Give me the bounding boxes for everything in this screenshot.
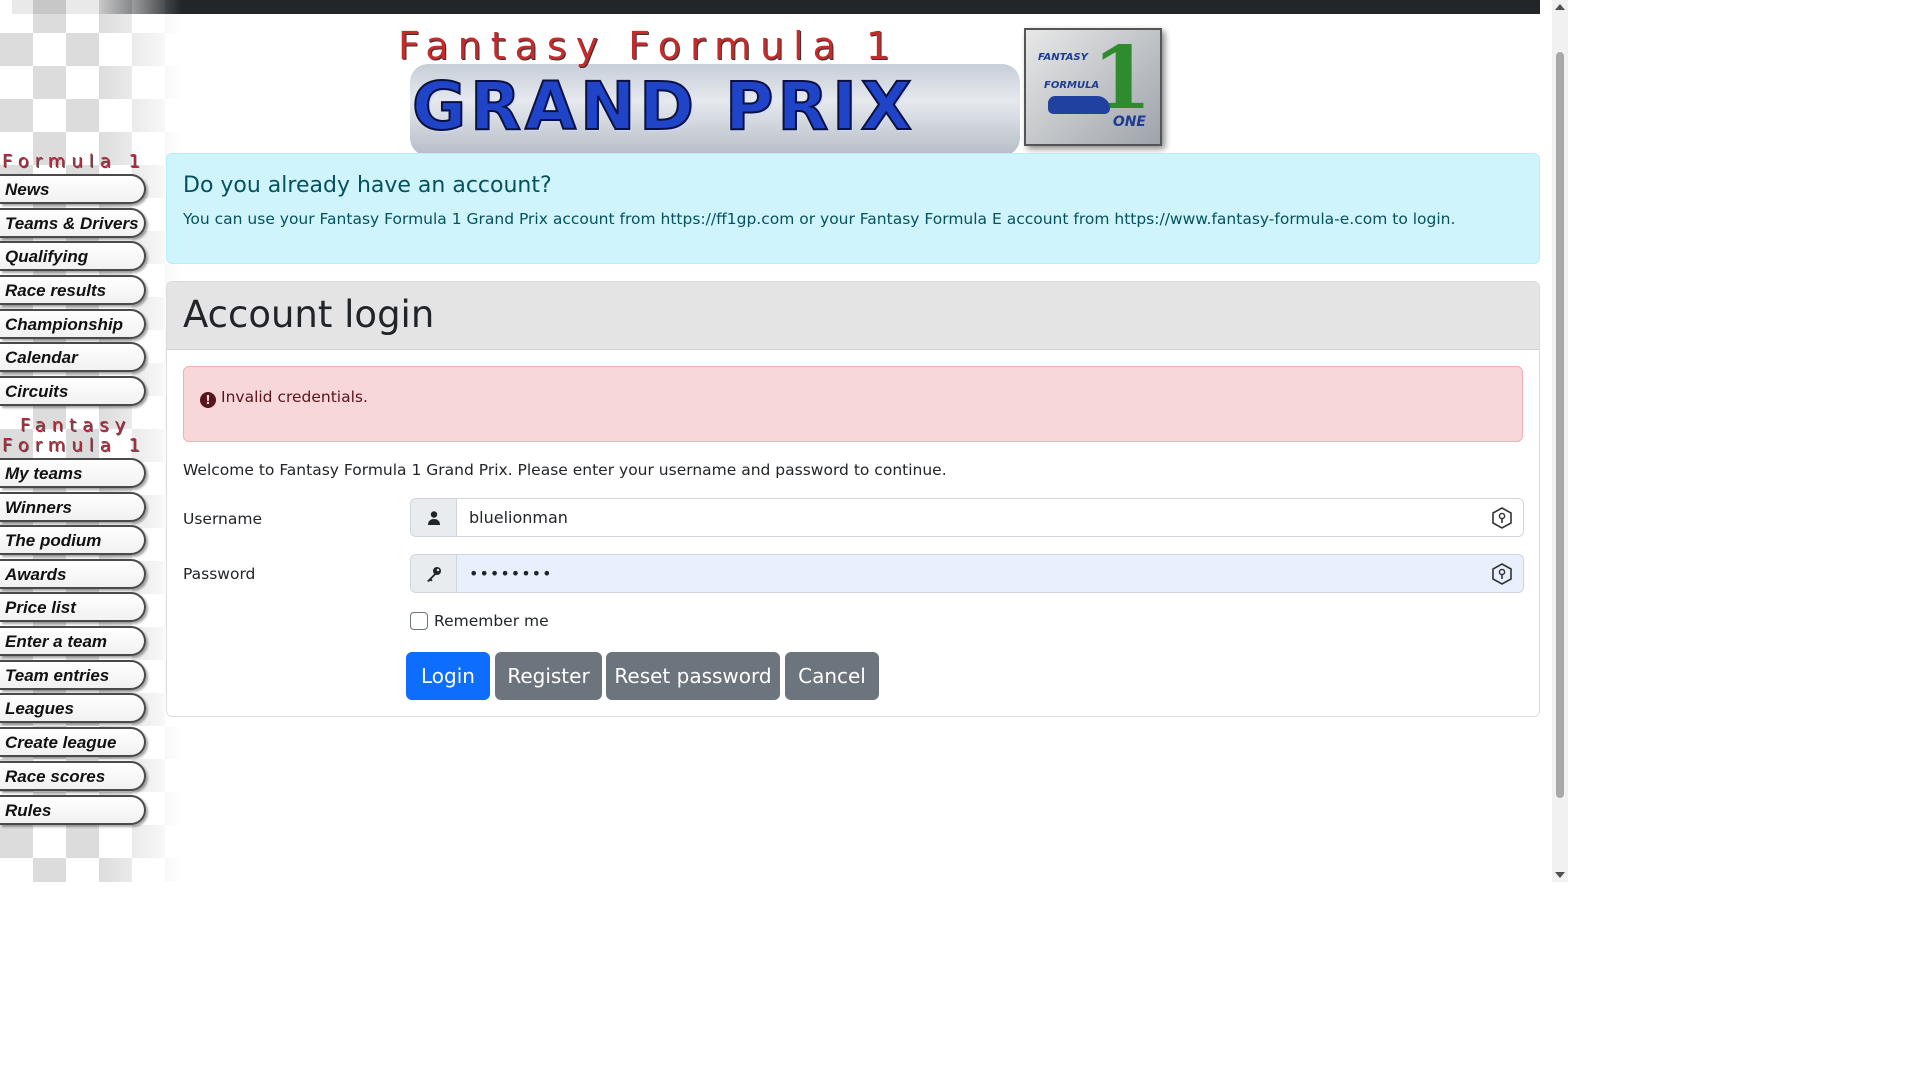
- password-manager-icon[interactable]: [1491, 507, 1513, 529]
- badge-line2: FORMULA: [1044, 80, 1100, 91]
- sidebar-heading-formula1: Formula 1: [2, 151, 146, 172]
- top-bar: [12, 0, 1540, 14]
- info-title: Do you already have an account?: [183, 173, 552, 198]
- key-icon: [411, 555, 457, 592]
- sidebar-item-race-scores[interactable]: Race scores: [0, 761, 146, 791]
- password-label: Password: [183, 565, 256, 583]
- sidebar-item-teams-drivers[interactable]: Teams & Drivers: [0, 208, 146, 238]
- page-title: Account login: [183, 293, 435, 336]
- sidebar-item-championship[interactable]: Championship: [0, 309, 146, 339]
- user-icon: [411, 499, 457, 536]
- sidebar-item-awards[interactable]: Awards: [0, 559, 146, 589]
- login-card: Account login ! Invalid credentials. Welc…: [166, 281, 1540, 717]
- sidebar-item-create-league[interactable]: Create league: [0, 727, 146, 757]
- password-manager-icon[interactable]: [1491, 563, 1513, 585]
- info-text: You can use your Fantasy Formula 1 Grand…: [183, 210, 1456, 228]
- login-button[interactable]: Login: [406, 652, 490, 700]
- sidebar-item-leagues[interactable]: Leagues: [0, 693, 146, 723]
- race-car-icon: [1048, 96, 1110, 114]
- sidebar-item-race-results[interactable]: Race results: [0, 275, 146, 305]
- sidebar-item-price-list[interactable]: Price list: [0, 592, 146, 622]
- remember-me: Remember me: [410, 612, 549, 630]
- account-info-alert: Do you already have an account? You can …: [166, 153, 1540, 264]
- sidebar-item-news[interactable]: News: [0, 174, 146, 204]
- sidebar-heading-fantasy-formula1: Formula 1: [2, 435, 146, 456]
- badge-line3: ONE: [1112, 114, 1146, 130]
- sidebar-heading-fantasy: Fantasy: [20, 415, 132, 436]
- sidebar-item-enter-a-team[interactable]: Enter a team: [0, 626, 146, 656]
- banner-badge: FANTASY FORMULA 1 ONE: [1024, 28, 1162, 146]
- sidebar-item-my-teams[interactable]: My teams: [0, 458, 146, 488]
- reset-password-button[interactable]: Reset password: [606, 652, 780, 700]
- cancel-button[interactable]: Cancel: [785, 652, 879, 700]
- exclamation-circle-icon: !: [200, 392, 216, 408]
- remember-me-label[interactable]: Remember me: [434, 612, 549, 630]
- scroll-up-arrow-icon[interactable]: [1555, 4, 1565, 10]
- password-input-group: [410, 554, 1524, 593]
- username-label: Username: [183, 510, 263, 528]
- username-input-group: [410, 498, 1524, 537]
- sidebar-item-qualifying[interactable]: Qualifying: [0, 241, 146, 271]
- scroll-down-arrow-icon[interactable]: [1555, 872, 1565, 878]
- card-header: Account login: [167, 282, 1539, 350]
- sidebar-item-winners[interactable]: Winners: [0, 492, 146, 522]
- error-alert: ! Invalid credentials.: [183, 366, 1523, 442]
- sidebar-item-calendar[interactable]: Calendar: [0, 342, 146, 372]
- badge-line1: FANTASY: [1038, 52, 1088, 63]
- register-button[interactable]: Register: [495, 652, 602, 700]
- error-message: Invalid credentials.: [221, 388, 368, 406]
- banner-top-text: Fantasy Formula 1: [398, 24, 900, 68]
- sidebar-item-rules[interactable]: Rules: [0, 795, 146, 825]
- vertical-scrollbar[interactable]: [1552, 0, 1568, 882]
- scrollbar-thumb[interactable]: [1556, 52, 1564, 798]
- sidebar-item-team-entries[interactable]: Team entries: [0, 660, 146, 690]
- site-banner-logo[interactable]: Fantasy Formula 1 GRAND PRIX FANTASY FOR…: [392, 24, 1162, 156]
- sidebar-item-the-podium[interactable]: The podium: [0, 525, 146, 555]
- remember-me-checkbox[interactable]: [410, 612, 428, 630]
- sidebar-item-circuits[interactable]: Circuits: [0, 376, 146, 406]
- username-input[interactable]: [457, 499, 1523, 536]
- welcome-text: Welcome to Fantasy Formula 1 Grand Prix.…: [183, 461, 947, 479]
- password-input[interactable]: [457, 555, 1523, 592]
- banner-main-text: GRAND PRIX: [411, 67, 916, 146]
